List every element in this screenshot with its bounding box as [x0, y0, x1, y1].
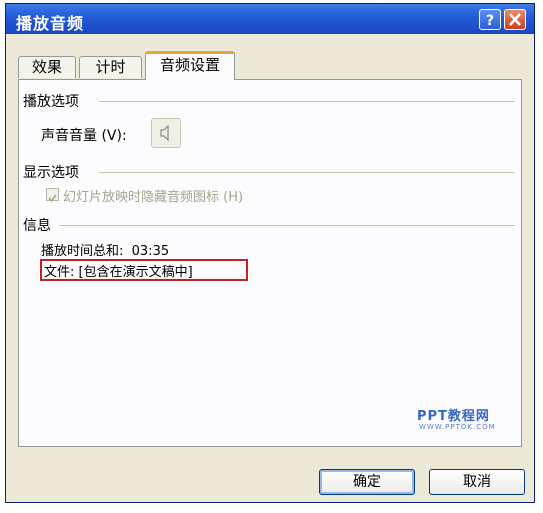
watermark-logo-text: PPT教程网 — [417, 409, 490, 424]
section-divider — [99, 101, 515, 102]
close-button[interactable] — [504, 9, 526, 30]
total-time-text: 播放时间总和: 03:35 — [41, 244, 170, 259]
window-title: 播放音频 — [16, 14, 85, 33]
volume-label: 声音音量 (V): — [41, 128, 127, 144]
watermark-url: WWW.PPTOK.COM — [419, 423, 496, 431]
playback-section-title: 播放选项 — [23, 94, 79, 110]
play-audio-dialog: 播放音频 ? 效果 计时 音频设置 播放选项 声音音量 (V): 显示选项 幻灯… — [5, 3, 535, 503]
cancel-button[interactable]: 取消 — [429, 469, 525, 495]
tab-audio-settings[interactable]: 音频设置 — [145, 51, 235, 80]
section-divider — [99, 172, 515, 173]
section-divider — [59, 225, 515, 226]
help-button[interactable]: ? — [479, 9, 501, 30]
info-section-title: 信息 — [23, 218, 51, 234]
title-bar[interactable]: 播放音频 ? — [6, 4, 534, 34]
tab-timing[interactable]: 计时 — [79, 56, 142, 78]
close-x-icon — [509, 13, 521, 26]
tab-effects[interactable]: 效果 — [18, 56, 76, 78]
hide-icon-checkbox[interactable] — [46, 188, 59, 203]
hide-icon-label: 幻灯片放映时隐藏音频图标 (H) — [63, 190, 244, 205]
tab-panel: 播放选项 声音音量 (V): 显示选项 幻灯片放映时隐藏音频图标 (H) 信息 … — [18, 79, 522, 447]
ok-button[interactable]: 确定 — [319, 469, 415, 495]
speaker-icon — [160, 124, 169, 142]
question-mark-icon: ? — [486, 13, 494, 29]
checkmark-icon — [48, 194, 57, 203]
volume-button[interactable] — [151, 118, 181, 148]
file-text: 文件: [包含在演示文稿中] — [44, 265, 193, 280]
display-section-title: 显示选项 — [23, 165, 79, 181]
svg-text:?: ? — [486, 13, 494, 29]
